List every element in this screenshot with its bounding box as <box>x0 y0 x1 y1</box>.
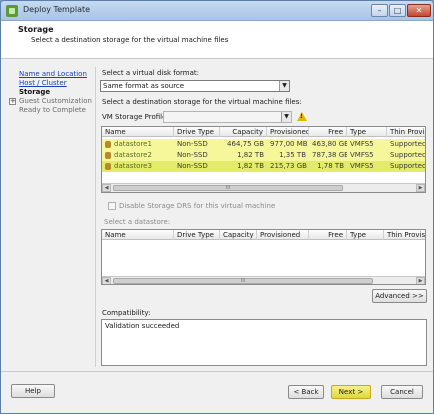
scroll-left-icon[interactable]: ◀ <box>102 184 111 192</box>
storage-table-header: Name Drive Type Capacity Provisioned Fre… <box>102 127 425 137</box>
horizontal-scrollbar[interactable]: ◀ III ▶ <box>102 183 425 192</box>
warning-glyph: ! <box>300 113 303 120</box>
select-datastore-label: Select a datastore: <box>104 218 171 226</box>
page-subtitle: Select a destination storage for the vir… <box>31 36 229 44</box>
col-provisioned[interactable]: Provisioned <box>257 230 309 240</box>
title-bar: Deploy Template – □ ✕ <box>1 1 433 21</box>
scroll-thumb[interactable]: III <box>113 278 373 284</box>
datastore-name-cell: datastore3 <box>102 161 174 172</box>
col-thin-provisioning[interactable]: Thin Provisio <box>384 230 425 240</box>
type-cell: VMFS5 <box>350 140 374 148</box>
col-provisioned[interactable]: Provisioned <box>267 127 309 137</box>
compatibility-box: Validation succeeded <box>101 319 427 366</box>
advanced-button[interactable]: Advanced >> <box>372 289 427 303</box>
datastore-name-cell: datastore2 <box>102 150 174 161</box>
col-free[interactable]: Free <box>309 230 347 240</box>
col-thin-provisioning[interactable]: Thin Provisi <box>387 127 425 137</box>
vm-storage-profile-label: VM Storage Profile: <box>102 113 169 121</box>
chevron-down-icon: ▼ <box>279 81 289 91</box>
step-storage: Storage <box>19 88 51 96</box>
footer-divider <box>1 371 433 372</box>
maximize-button[interactable]: □ <box>389 4 406 17</box>
vm-storage-profile-select[interactable]: ▼ <box>163 111 292 123</box>
wizard-header: Storage Select a destination storage for… <box>1 21 433 59</box>
provisioned-cell: 1,35 TB <box>279 151 306 159</box>
scroll-right-icon[interactable]: ▶ <box>416 184 425 192</box>
provisioned-cell: 977,00 MB <box>270 140 308 148</box>
next-button[interactable]: Next > <box>331 385 371 399</box>
col-drive-type[interactable]: Drive Type <box>174 127 220 137</box>
thin-cell: Supported <box>390 162 426 170</box>
step-ready-to-complete: Ready to Complete <box>19 106 86 114</box>
step-name-and-location[interactable]: Name and Location <box>19 70 87 78</box>
minimize-button[interactable]: – <box>371 4 388 17</box>
cancel-button[interactable]: Cancel <box>381 385 423 399</box>
table-row[interactable]: datastore2 Non-SSD 1,82 TB 1,35 TB 787,3… <box>102 150 425 161</box>
drive-type-cell: Non-SSD <box>177 140 208 148</box>
datastore-table-header: Name Drive Type Capacity Provisioned Fre… <box>102 230 425 240</box>
wizard-steps-nav: Name and Location Host / Cluster Storage… <box>7 67 97 367</box>
capacity-cell: 464,75 GB <box>227 140 264 148</box>
capacity-cell: 1,82 TB <box>237 162 264 170</box>
help-button[interactable]: Help <box>11 384 55 398</box>
horizontal-scrollbar[interactable]: ◀ III ▶ <box>102 276 425 284</box>
drive-type-cell: Non-SSD <box>177 162 208 170</box>
col-name[interactable]: Name <box>102 127 174 137</box>
disk-format-label: Select a virtual disk format: <box>102 69 199 77</box>
datastore-name: datastore3 <box>114 162 152 170</box>
col-type[interactable]: Type <box>347 230 384 240</box>
chevron-down-icon: ▼ <box>281 112 291 122</box>
col-drive-type[interactable]: Drive Type <box>174 230 220 240</box>
datastore-icon <box>105 140 111 148</box>
disk-format-select[interactable]: Same format as source ▼ <box>100 80 290 92</box>
nav-divider <box>95 67 96 367</box>
scroll-left-icon[interactable]: ◀ <box>102 277 111 284</box>
step-guest-customization: Guest Customization <box>19 97 92 105</box>
col-free[interactable]: Free <box>309 127 347 137</box>
page-title: Storage <box>18 25 54 34</box>
warning-icon: ! <box>297 112 307 121</box>
type-cell: VMFS5 <box>350 162 374 170</box>
capacity-cell: 1,82 TB <box>237 151 264 159</box>
drive-type-cell: Non-SSD <box>177 151 208 159</box>
datastore-icon <box>105 162 111 170</box>
type-cell: VMFS5 <box>350 151 374 159</box>
datastore-icon <box>105 151 111 159</box>
free-cell: 787,38 GB <box>312 151 347 159</box>
datastore-name: datastore1 <box>114 140 152 148</box>
free-cell: 1,78 TB <box>317 162 344 170</box>
thin-cell: Supported <box>390 140 426 148</box>
step-host-cluster[interactable]: Host / Cluster <box>19 79 67 87</box>
app-icon <box>6 5 18 17</box>
storage-table: Name Drive Type Capacity Provisioned Fre… <box>101 126 426 193</box>
window-title: Deploy Template <box>23 5 91 14</box>
datastore-name-cell: datastore1 <box>102 139 174 150</box>
provisioned-cell: 215,73 GB <box>270 162 307 170</box>
col-type[interactable]: Type <box>347 127 387 137</box>
col-name[interactable]: Name <box>102 230 174 240</box>
expand-icon[interactable]: + <box>9 98 16 105</box>
scroll-thumb[interactable]: III <box>113 185 343 191</box>
disable-drs-label: Disable Storage DRS for this virtual mac… <box>119 202 276 210</box>
back-button[interactable]: < Back <box>288 385 324 399</box>
col-capacity[interactable]: Capacity <box>220 230 257 240</box>
compatibility-label: Compatibility: <box>102 309 151 317</box>
disable-drs-checkbox[interactable] <box>108 202 116 210</box>
thin-cell: Supported <box>390 151 426 159</box>
free-cell: 463,80 GB <box>312 140 347 148</box>
table-row[interactable]: datastore1 Non-SSD 464,75 GB 977,00 MB 4… <box>102 139 425 150</box>
deploy-template-window: Deploy Template – □ ✕ Storage Select a d… <box>0 0 434 414</box>
table-row-selected[interactable]: datastore3 Non-SSD 1,82 TB 215,73 GB 1,7… <box>102 161 425 172</box>
disk-format-value: Same format as source <box>103 82 185 90</box>
col-capacity[interactable]: Capacity <box>220 127 267 137</box>
compatibility-message: Validation succeeded <box>105 322 180 330</box>
close-button[interactable]: ✕ <box>407 4 431 17</box>
scroll-right-icon[interactable]: ▶ <box>416 277 425 284</box>
datastore-table: Name Drive Type Capacity Provisioned Fre… <box>101 229 426 285</box>
datastore-name: datastore2 <box>114 151 152 159</box>
destination-storage-label: Select a destination storage for the vir… <box>102 98 302 106</box>
